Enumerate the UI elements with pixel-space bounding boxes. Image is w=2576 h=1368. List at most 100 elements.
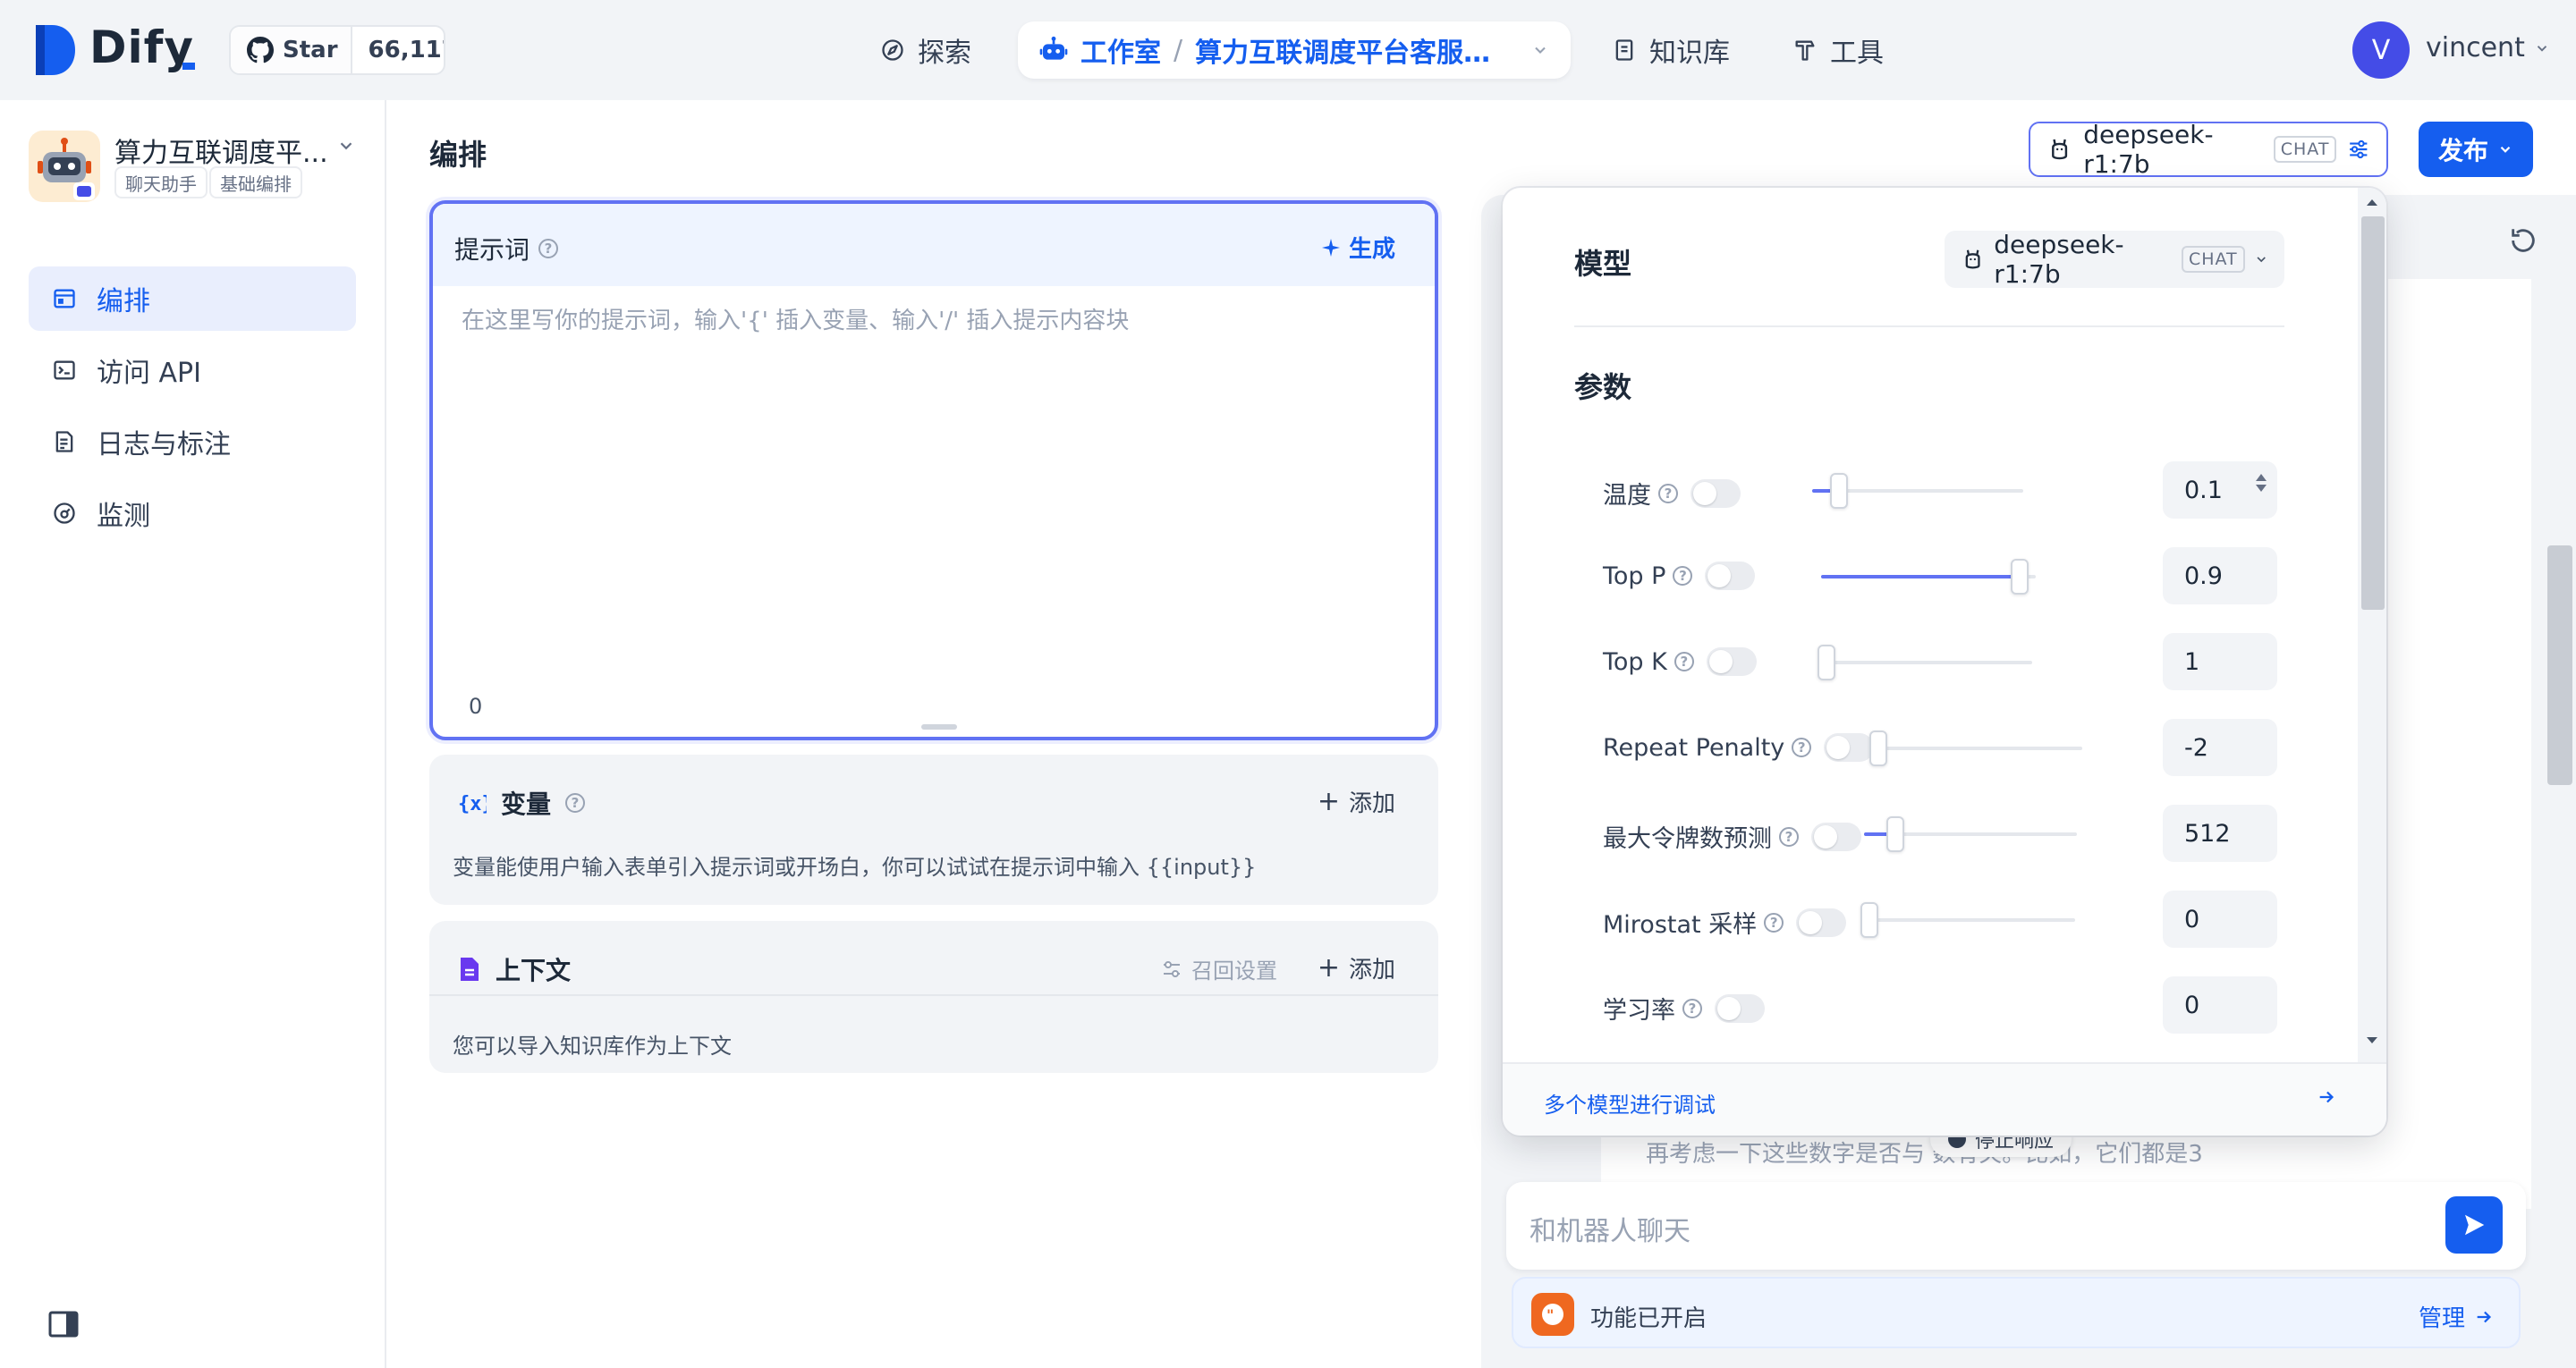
- help-icon[interactable]: ?: [1764, 912, 1784, 933]
- stepper-up-icon[interactable]: [2256, 474, 2267, 481]
- param-value-input[interactable]: 1: [2163, 633, 2277, 690]
- brand-dot: [182, 63, 195, 70]
- sidebar-item-api[interactable]: 访问 API: [29, 338, 356, 402]
- popover-scrollbar-thumb[interactable]: [2361, 216, 2385, 610]
- recall-settings-button[interactable]: 召回设置: [1161, 953, 1277, 984]
- param-label-text: 最大令牌数预测: [1603, 825, 1772, 853]
- variables-card: {x} 变量 ? + 添加 变量能使用户输入表单引入提示词或开场白，你可以试试在…: [429, 755, 1438, 905]
- param-slider-thumb[interactable]: [1829, 473, 1848, 509]
- param-row: Mirostat 采样? 0: [1603, 891, 2292, 948]
- help-icon[interactable]: ?: [1792, 738, 1812, 757]
- param-value-input[interactable]: 0: [2163, 891, 2277, 948]
- param-label-text: Mirostat 采样: [1603, 911, 1758, 939]
- param-enable-toggle[interactable]: [1706, 647, 1757, 676]
- app-name[interactable]: 算力互联调度平...: [114, 131, 328, 170]
- add-variable-button[interactable]: + 添加: [1318, 785, 1395, 818]
- help-icon[interactable]: ?: [1682, 998, 1702, 1018]
- param-slider[interactable]: [1812, 473, 2023, 509]
- param-slider[interactable]: [1864, 816, 2077, 852]
- panel-scrollbar-thumb[interactable]: [2547, 545, 2572, 785]
- sidebar-item-logs[interactable]: 日志与标注: [29, 410, 356, 474]
- param-slider[interactable]: [1869, 730, 2082, 766]
- nav-explore[interactable]: 探索: [880, 25, 971, 75]
- user-menu[interactable]: vincent: [2426, 32, 2550, 63]
- param-row: Top P? 0.9: [1603, 547, 2292, 604]
- param-enable-toggle[interactable]: [1715, 993, 1765, 1023]
- resize-handle[interactable]: [921, 724, 957, 730]
- help-icon[interactable]: ?: [1673, 566, 1693, 586]
- divider: [429, 994, 1438, 996]
- publish-label: 发布: [2437, 136, 2488, 165]
- github-star-count: 66,117: [368, 37, 444, 63]
- sidebar-item-monitor[interactable]: 监测: [29, 481, 356, 545]
- param-slider[interactable]: [1821, 559, 2036, 595]
- param-enable-toggle[interactable]: [1690, 478, 1741, 508]
- param-value-input[interactable]: 512: [2163, 805, 2277, 862]
- param-slider-thumb[interactable]: [2011, 559, 2029, 595]
- help-icon[interactable]: ?: [1658, 483, 1678, 503]
- param-slider[interactable]: [1818, 645, 2032, 680]
- robot-icon: [1039, 36, 1068, 60]
- param-slider-thumb[interactable]: [1869, 730, 1887, 766]
- help-icon[interactable]: ?: [1779, 826, 1799, 847]
- panel-scrollbar[interactable]: [2547, 283, 2572, 1368]
- layout-icon: [54, 289, 75, 308]
- send-button[interactable]: [2445, 1196, 2503, 1254]
- help-icon[interactable]: ?: [538, 239, 559, 258]
- chat-input-placeholder[interactable]: 和机器人聊天: [1530, 1209, 1690, 1248]
- github-star-button[interactable]: Star 66,117: [229, 25, 445, 75]
- chevron-down-icon[interactable]: [1531, 41, 1549, 59]
- value-stepper[interactable]: [2256, 474, 2267, 492]
- current-app-name[interactable]: 算力互联调度平台客服小...: [1195, 30, 1499, 70]
- model-mode-badge: CHAT: [2273, 136, 2337, 163]
- publish-button[interactable]: 发布: [2419, 122, 2533, 177]
- refresh-icon[interactable]: [2508, 225, 2538, 256]
- robot-avatar-icon: [38, 138, 95, 200]
- popover-model-selector[interactable]: deepseek-r1:7b CHAT: [1945, 230, 2284, 289]
- app-icon[interactable]: [29, 131, 100, 202]
- scroll-up-icon[interactable]: [2363, 195, 2381, 209]
- multi-model-debug-bar[interactable]: 多个模型进行调试: [1503, 1062, 2386, 1136]
- generate-button[interactable]: 生成: [1320, 231, 1395, 264]
- param-slider-thumb[interactable]: [1860, 902, 1878, 938]
- prompt-input[interactable]: 在这里写你的提示词，输入'{' 插入变量、输入'/' 插入提示内容块: [462, 302, 1129, 335]
- param-value: 1: [2184, 647, 2200, 676]
- param-value-input[interactable]: 0.1: [2163, 461, 2277, 519]
- arrow-right-icon: [2319, 1091, 2334, 1103]
- add-context-button[interactable]: + 添加: [1318, 951, 1395, 984]
- param-value: 0.9: [2184, 562, 2223, 590]
- param-row: Top K? 1: [1603, 633, 2292, 690]
- param-slider-thumb[interactable]: [1885, 816, 1904, 852]
- param-enable-toggle[interactable]: [1796, 908, 1847, 937]
- nav-knowledge[interactable]: 知识库: [1612, 25, 1730, 75]
- sidebar-collapse-icon[interactable]: [48, 1311, 79, 1338]
- nav-studio[interactable]: 工作室 / 算力互联调度平台客服小...: [1018, 21, 1571, 79]
- param-enable-toggle[interactable]: [1811, 822, 1861, 851]
- param-enable-toggle[interactable]: [1705, 562, 1756, 590]
- avatar[interactable]: V: [2352, 21, 2410, 79]
- params-section-title: 参数: [1574, 370, 1632, 404]
- manage-features-button[interactable]: 管理: [2419, 1300, 2494, 1333]
- stepper-down-icon[interactable]: [2256, 485, 2267, 492]
- nav-tools[interactable]: 工具: [1792, 25, 1884, 75]
- github-star-text: Star: [283, 37, 338, 63]
- param-value: 512: [2184, 819, 2231, 848]
- brand-name[interactable]: Dify: [89, 21, 194, 73]
- model-selector-button[interactable]: deepseek-r1:7b CHAT: [2029, 120, 2388, 179]
- param-value-input[interactable]: -2: [2163, 719, 2277, 776]
- model-section-title: 模型: [1574, 247, 1632, 281]
- chevron-down-icon[interactable]: [336, 136, 356, 156]
- param-slider-thumb[interactable]: [1818, 645, 1835, 680]
- param-slider[interactable]: [1860, 902, 2075, 938]
- chat-input[interactable]: 和机器人聊天: [1506, 1182, 2526, 1270]
- dify-logo-icon[interactable]: [32, 25, 75, 75]
- param-value-input[interactable]: 0: [2163, 976, 2277, 1034]
- scroll-down-icon[interactable]: [2363, 1034, 2381, 1048]
- help-icon[interactable]: ?: [565, 793, 586, 813]
- github-icon: [247, 37, 274, 63]
- sidebar-item-orchestrate[interactable]: 编排: [29, 266, 356, 331]
- prompt-editor[interactable]: 提示词 ? 生成 在这里写你的提示词，输入'{' 插入变量、输入'/' 插入提示…: [429, 200, 1438, 740]
- help-icon[interactable]: ?: [1674, 652, 1694, 671]
- param-value-input[interactable]: 0.9: [2163, 547, 2277, 604]
- param-enable-toggle[interactable]: [1824, 733, 1875, 762]
